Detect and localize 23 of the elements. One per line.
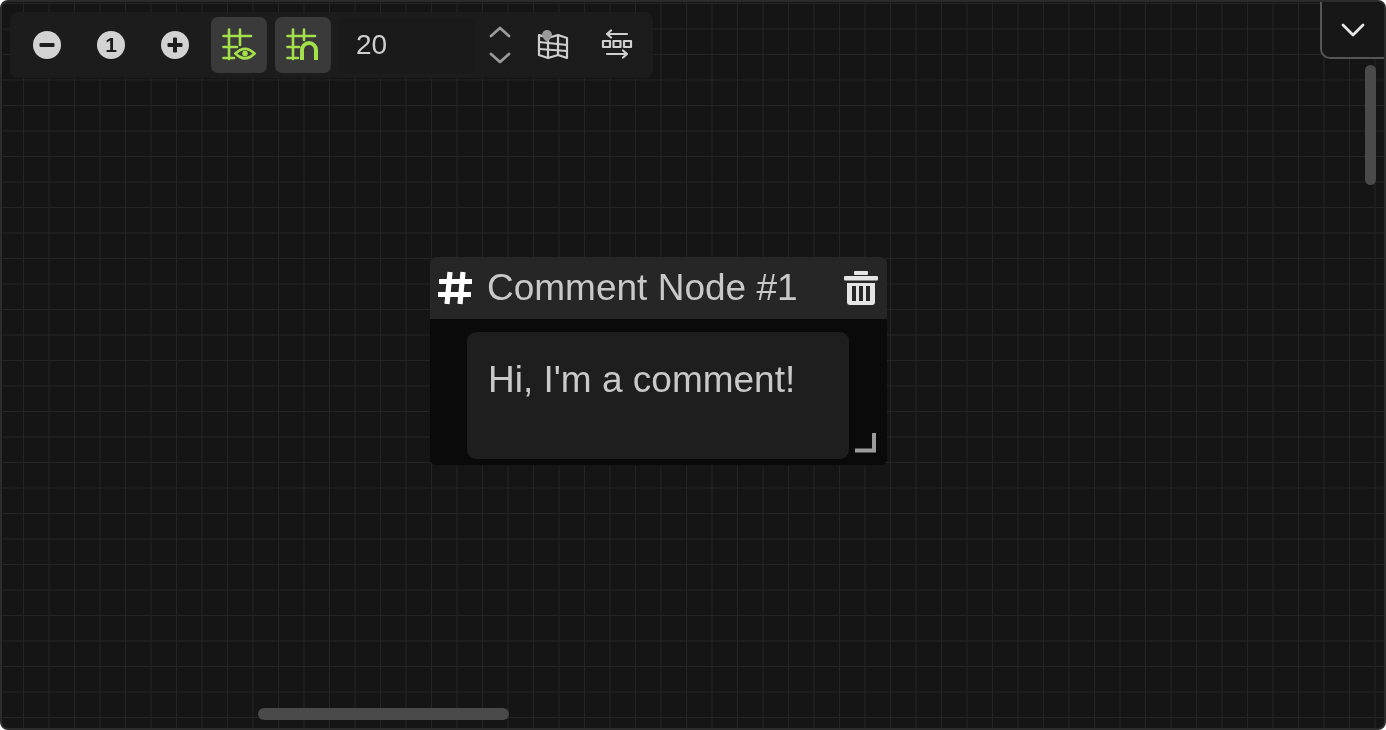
comment-field[interactable]: Hi, I'm a comment!	[467, 332, 849, 459]
chevron-up-icon	[489, 26, 511, 38]
horizontal-scrollbar-thumb[interactable]	[258, 708, 509, 720]
grid-eye-icon	[222, 28, 256, 62]
node-title: Comment Node #1	[487, 267, 799, 309]
zoom-reset-button[interactable]: 1	[97, 31, 125, 59]
grid-magnet-icon	[286, 28, 320, 62]
chevron-down-icon	[1341, 22, 1365, 37]
plus-circle-icon	[161, 31, 189, 59]
hash-icon	[437, 270, 473, 306]
arrows-boxes-icon	[601, 29, 633, 61]
delete-button[interactable]	[844, 271, 878, 305]
vertical-scrollbar-thumb[interactable]	[1365, 65, 1376, 185]
minus-circle-icon	[33, 31, 61, 59]
chevron-down-icon	[489, 52, 511, 64]
folded-map-pin-icon	[537, 29, 569, 61]
node-header[interactable]: Comment Node #1	[430, 257, 887, 319]
snap-to-grid-toggle[interactable]	[275, 17, 331, 73]
resize-handle-icon[interactable]	[855, 433, 877, 453]
dropdown-button[interactable]	[1320, 2, 1384, 59]
comment-node[interactable]: Comment Node #1 Hi, I'm a comment!	[430, 257, 887, 465]
trash-icon	[844, 271, 878, 305]
grid-visibility-toggle[interactable]	[211, 17, 267, 73]
